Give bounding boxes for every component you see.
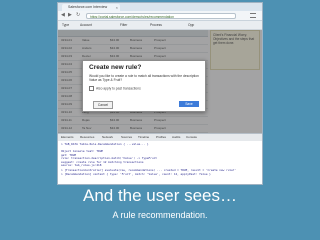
console-line: > TAB_DATA Table.Rule.Recommendation { .… [61,142,149,146]
menu-item-process[interactable]: Process [150,21,162,29]
cancel-button[interactable]: Cancel [93,101,113,109]
menu-item-opp[interactable]: Opp [188,21,194,29]
browser-tab-bar: Salesforce.com Interview × [58,3,262,11]
dialog-message: Would you like to create a rule to match… [89,74,199,83]
dialog-title: Create new rule? [89,64,142,71]
close-tab-icon[interactable]: × [116,4,118,11]
devtools-tab-elements[interactable]: Elements [61,134,74,141]
menu-item-filter[interactable]: Filter [120,21,127,29]
browser-tab-title: Salesforce.com Interview [68,5,108,9]
forward-icon[interactable]: ▶ [68,13,72,18]
menu-item-account[interactable]: Account [80,21,92,29]
devtools-tab-console[interactable]: Console [186,134,197,141]
menu-icon[interactable] [250,13,256,18]
screenshot: Salesforce.com Interview × ◀ ▶ ↻ https:/… [57,2,263,185]
devtools-tab-resources[interactable]: Resources [80,134,94,141]
console-line: > [Recommendation] context { type: 'Frui… [61,171,211,176]
browser-tab[interactable]: Salesforce.com Interview × [62,4,120,11]
create-rule-dialog: Create new rule? Would you like to creat… [82,60,206,112]
reload-icon[interactable]: ↻ [76,13,80,18]
devtools-tab-profiles[interactable]: Profiles [156,134,166,141]
browser-toolbar: ◀ ▶ ↻ https://portal.salesforce.com/demo… [58,11,262,21]
slide-subcaption: A rule recommendation. [112,210,208,220]
devtools-tab-audits[interactable]: Audits [172,134,180,141]
save-button[interactable]: Save [179,101,199,107]
devtools-tab-sources[interactable]: Sources [121,134,132,141]
slide-caption: And the user sees… [82,186,238,205]
apply-past-checkbox[interactable]: Also apply to past transactions [89,86,141,91]
app-menu-bar: Type Account Filter Process Opp [58,21,262,30]
back-icon[interactable]: ◀ [61,13,65,18]
address-bar[interactable]: https://portal.salesforce.com/demo/rules… [86,12,236,19]
devtools-tab-timeline[interactable]: Timeline [138,134,149,141]
devtools-console: > TAB_DATA Table.Rule.Recommendation { .… [58,141,262,184]
devtools-tab-network[interactable]: Network [102,134,113,141]
checkbox-icon[interactable] [89,86,94,91]
checkbox-label: Also apply to past transactions [96,86,141,91]
menu-item-type[interactable]: Type [62,21,69,29]
